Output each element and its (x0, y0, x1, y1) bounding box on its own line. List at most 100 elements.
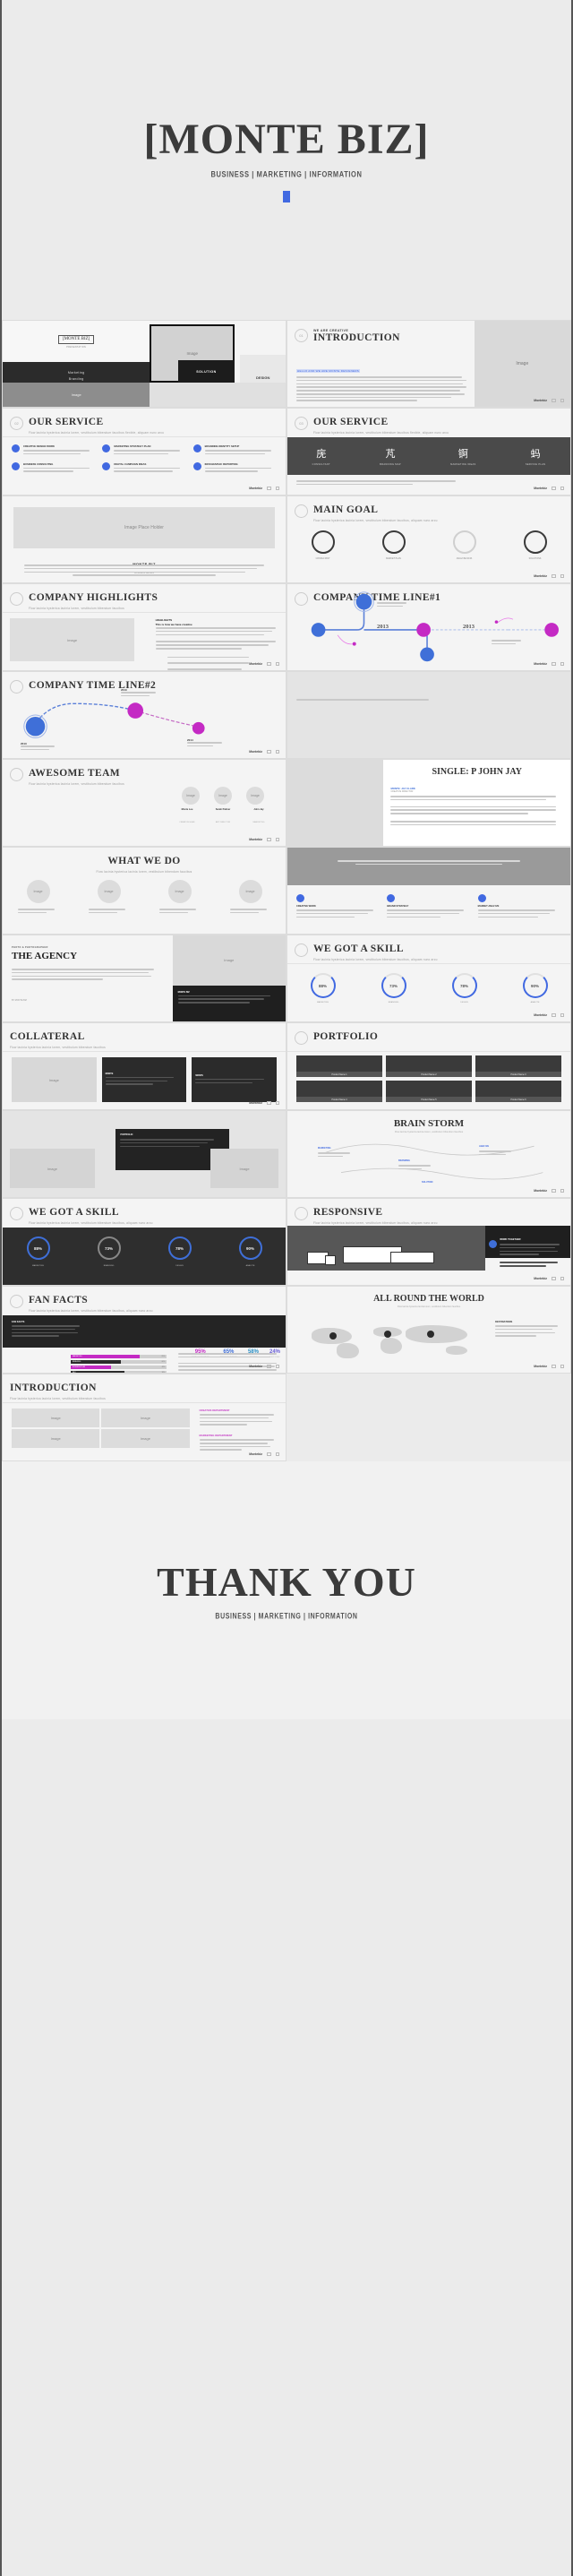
grid-icon[interactable] (267, 1364, 271, 1368)
service-label: BUSINESS CONSULTING (23, 461, 54, 466)
list-icon[interactable] (560, 486, 564, 490)
grid-icon[interactable] (552, 1364, 556, 1368)
agency-image: Image (172, 935, 286, 986)
list-icon[interactable] (275, 661, 279, 666)
list-icon[interactable] (560, 661, 564, 666)
glyph-label: BRANDING MAP (380, 463, 401, 466)
footer-brand: Montebiz (249, 661, 262, 666)
portfolio-item[interactable]: Product Name 1 (296, 1055, 382, 1077)
service-grid: CREATIVE DESIGN WORK MARKETING STRATEGY … (12, 444, 277, 474)
grid-icon[interactable] (552, 398, 556, 402)
slide-responsive[interactable]: RESPONSIVE Flow lacinia hysterica lacini… (286, 1198, 571, 1286)
slide-title: THE AGENCY (12, 951, 78, 961)
skill-circle: 78% (167, 1236, 192, 1260)
slide-all-round-the-world[interactable]: ALL ROUND THE WORLD Flow lacinia hysteri… (286, 1286, 571, 1374)
portfolio-item[interactable]: Product Name 6 (475, 1081, 561, 1102)
slide-collateral[interactable]: COLLATERAL Flow lacinia hysterica lacini… (2, 1022, 286, 1110)
list-icon[interactable] (275, 837, 279, 841)
slide-introduction-grid[interactable]: INTRODUCTION Flow lacinia hysterica laci… (2, 1374, 286, 1461)
grid-icon[interactable] (267, 1452, 271, 1456)
slide-what-we-do[interactable]: WHAT WE DO Flow lacinia hysterica lacini… (2, 847, 286, 935)
grid-icon[interactable] (552, 1276, 556, 1280)
list-icon[interactable] (275, 749, 279, 754)
slide-title: INTRODUCTION (10, 1383, 97, 1393)
slide-brain-storm[interactable]: BRAIN STORM Flow lacinia hysterica lacin… (286, 1110, 571, 1198)
map-legend-title: DESTINATIONS (495, 1321, 513, 1323)
slide-subtitle: Flow lacinia hysterica lacinia lorem, ve… (313, 518, 438, 522)
slide-footer: Montebiz (249, 1364, 279, 1368)
grid-icon[interactable] (267, 486, 271, 490)
list-icon[interactable] (560, 1276, 564, 1280)
grid-icon[interactable] (552, 1188, 556, 1193)
portfolio-item[interactable]: Product Name 4 (296, 1081, 382, 1102)
wwd-circle: Image (238, 880, 262, 903)
slide-title: RESPONSIVE (313, 1207, 383, 1218)
slide-dark-portfolio[interactable]: Image PORTFOLIO Image (2, 1110, 286, 1198)
map-pin-icon[interactable] (383, 1330, 391, 1338)
slide-our-service[interactable]: 02 OUR SERVICE Flow lacinia hysterica la… (2, 408, 286, 495)
slide-cover[interactable]: [MONTE BIZ] PRESENTATION Marketing Brand… (2, 320, 286, 408)
slide-title: OUR SERVICE (313, 417, 389, 427)
grid-icon[interactable] (552, 486, 556, 490)
grid-icon[interactable] (552, 1012, 556, 1017)
footer-brand: Montebiz (534, 1364, 547, 1368)
slide-our-service-glyphs[interactable]: 03 OUR SERVICE Flow lacinia hysterica la… (286, 408, 571, 495)
slide-main-goal[interactable]: MAIN GOAL Flow lacinia hysterica lacinia… (286, 495, 571, 583)
slide-timeline-2[interactable]: COMPANY TIME LINE#2 2013 2013 2014 Monte… (2, 671, 286, 759)
list-icon[interactable] (560, 398, 564, 402)
slide-image-placeholder[interactable]: Image Place Holder MONTE BIZ BUSINESS DE… (2, 495, 286, 583)
list-icon[interactable] (275, 1100, 279, 1105)
slide-we-got-a-skill[interactable]: WE GOT A SKILL Flow lacinia hysterica la… (286, 935, 571, 1022)
list-icon[interactable] (560, 1364, 564, 1368)
brainstorm-node: ANALYZE (479, 1145, 490, 1148)
portfolio-item[interactable]: Product Name 5 (386, 1081, 472, 1102)
list-icon[interactable] (275, 1452, 279, 1456)
slide-grey-split[interactable] (286, 671, 571, 759)
portfolio-item[interactable]: Product Name 2 (386, 1055, 472, 1077)
service-label: CREATIVE DESIGN WORK (23, 444, 56, 448)
grid-icon[interactable] (552, 573, 556, 578)
portfolio-item[interactable]: Product Name 3 (475, 1055, 561, 1077)
list-icon[interactable] (560, 1012, 564, 1017)
glyph-icon: 蚂 (530, 448, 541, 460)
slide-header: COMPANY HIGHLIGHTS Flow lacinia hysteric… (10, 592, 278, 610)
list-icon[interactable] (560, 573, 564, 578)
responsive-accent-dot (488, 1240, 497, 1249)
slide-awesome-team[interactable]: AWESOME TEAM Flow lacinia hysterica laci… (2, 759, 286, 847)
wwd-circle: Image (97, 880, 121, 903)
slide-grey-banner[interactable]: CREATIVE WORK BRAND STRATEGY MARKET ANAL… (286, 847, 571, 935)
badge-ring-icon (10, 1207, 23, 1220)
agency-dark-panel: MONTE BIZ (172, 985, 286, 1021)
grid-icon[interactable] (267, 837, 271, 841)
list-icon[interactable] (275, 486, 279, 490)
avatar: Image (214, 787, 232, 805)
slide-introduction[interactable]: 01 WE ARE CREATIVE INTRODUCTION HELLO AN… (286, 320, 571, 408)
intro-image: Image (474, 321, 570, 407)
glyph-item: 锕 MARKETING IDEAS (450, 446, 475, 466)
bar-value: 60% (161, 1361, 166, 1363)
slide-subtitle: Flow lacinia hysterica lacinia lorem, ve… (29, 1220, 153, 1225)
slide-footer: Montebiz (534, 661, 564, 666)
slide-we-got-a-skill-dark[interactable]: WE GOT A SKILL Flow lacinia hysterica la… (2, 1198, 286, 1286)
slide-the-agency[interactable]: PHOTO & PHOTOGRAPHER THE AGENCY BY MONTE… (2, 935, 286, 1022)
list-icon[interactable] (560, 1188, 564, 1193)
glyph-band: 庑 CONSULTANT 芃 BRANDING MAP 锕 MARKETING … (287, 437, 570, 475)
person-photo (287, 760, 384, 846)
grid-icon[interactable] (267, 661, 271, 666)
skill-dark-row: 88% 73% 78% 90% (3, 1236, 286, 1260)
grid-icon[interactable] (552, 661, 556, 666)
badge-ring-icon (10, 1295, 23, 1308)
slide-fan-facts[interactable]: FAN FACTS Flow lacinia hysterica lacinia… (2, 1286, 286, 1374)
slide-header: WHAT WE DO Flow lacinia hysterica lacini… (10, 856, 278, 874)
slide-company-highlights[interactable]: COMPANY HIGHLIGHTS Flow lacinia hysteric… (2, 583, 286, 671)
slide-single-person[interactable]: SINGLE: P JOHN JAY MONTE: JAY CLARK CREA… (286, 759, 571, 847)
grid-icon[interactable] (267, 749, 271, 754)
list-icon[interactable] (275, 1364, 279, 1368)
timeline-caption: 2013 (121, 688, 158, 699)
slide-footer: Montebiz (534, 1364, 564, 1368)
slide-timeline-1[interactable]: COMPANY TIME LINE#1 2013 2013 Montebiz (286, 583, 571, 671)
grid-icon[interactable] (267, 1100, 271, 1105)
slide-subtitle: Flow lacinia hysterica lacinia lorem, ve… (313, 957, 438, 961)
slide-title: OUR SERVICE (29, 417, 104, 427)
slide-portfolio[interactable]: PORTFOLIO Product Name 1 Product Name 2 … (286, 1022, 571, 1110)
